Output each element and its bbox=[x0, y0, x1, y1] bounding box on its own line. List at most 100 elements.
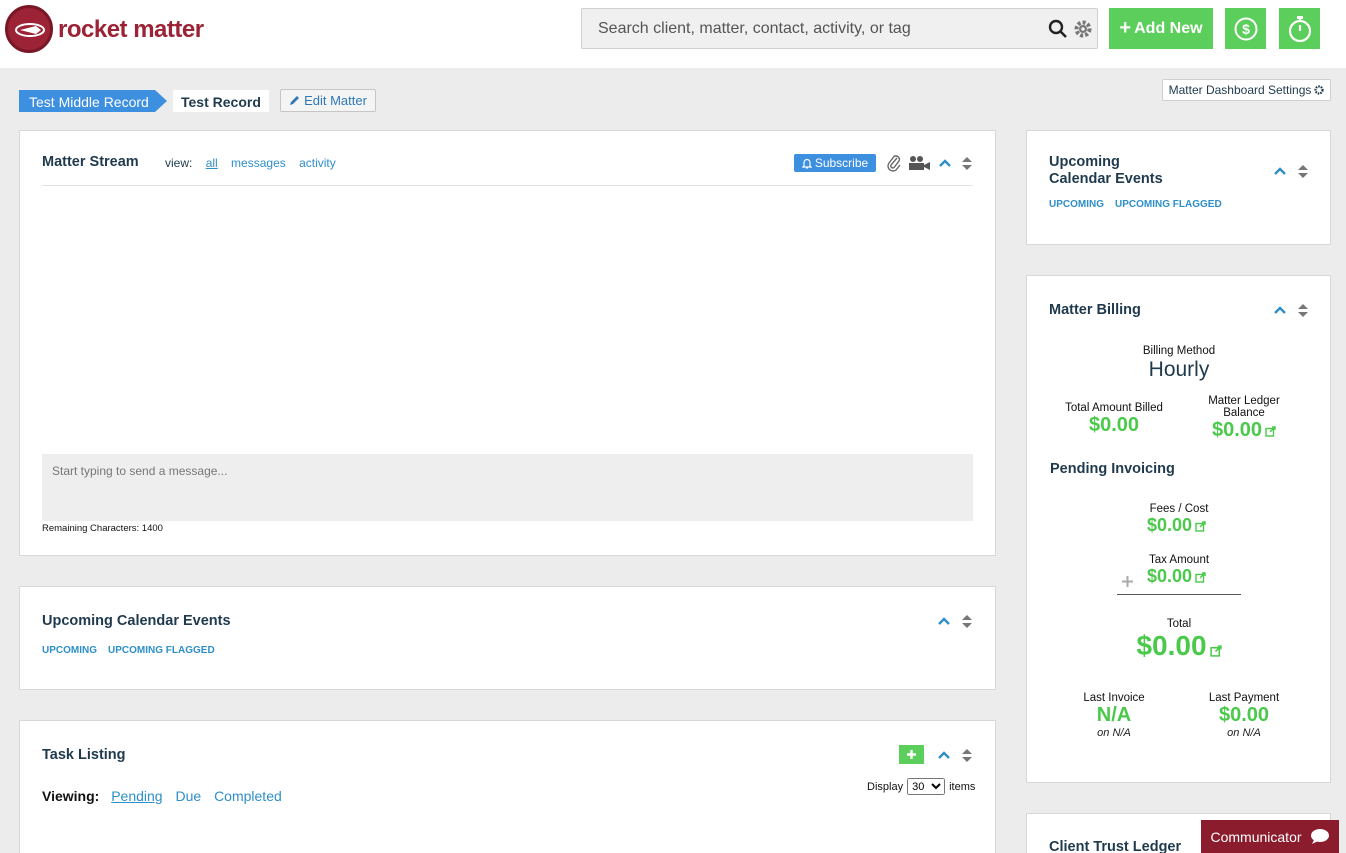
display-count-row: Display 30 items bbox=[867, 778, 975, 795]
filter-pending[interactable]: Pending bbox=[111, 788, 162, 804]
total-value: $0.00 bbox=[1136, 630, 1207, 661]
search-icon[interactable] bbox=[1048, 19, 1068, 44]
last-payment-value: $0.00 bbox=[1218, 704, 1270, 726]
fees-cost: Fees / Cost $0.00 bbox=[1109, 503, 1249, 536]
filter-completed[interactable]: Completed bbox=[214, 788, 282, 804]
last-payment-date: on N/A bbox=[1227, 727, 1261, 739]
add-new-label: Add New bbox=[1134, 19, 1203, 37]
fees-cost-label: Fees / Cost bbox=[1149, 503, 1209, 515]
collapse-icon[interactable] bbox=[1273, 305, 1287, 315]
billing-method-value: Hourly bbox=[1148, 358, 1210, 381]
side-calendar-title: Upcoming Calendar Events bbox=[1049, 154, 1163, 188]
stopwatch-icon bbox=[1288, 15, 1311, 42]
side-calendar-panel: Upcoming Calendar Events UPCOMING UPCOMI… bbox=[1026, 130, 1331, 245]
side-calendar-title-line1: Upcoming bbox=[1049, 154, 1120, 170]
sum-line bbox=[1117, 594, 1241, 595]
last-invoice-value: N/A bbox=[1096, 704, 1132, 726]
chat-bubble-icon bbox=[1310, 829, 1329, 844]
side-calendar-title-line2: Calendar Events bbox=[1049, 171, 1163, 187]
filter-due[interactable]: Due bbox=[175, 788, 201, 804]
external-link-icon[interactable] bbox=[1265, 426, 1276, 437]
view-messages-link[interactable]: messages bbox=[231, 156, 286, 170]
subscribe-label: Subscribe bbox=[814, 156, 869, 170]
sort-handle-icon[interactable] bbox=[961, 156, 973, 171]
total-billed-value: $0.00 bbox=[1088, 414, 1140, 436]
task-listing-panel: Task Listing Viewing: Pending Due Comple… bbox=[19, 720, 996, 853]
gear-icon[interactable] bbox=[1073, 19, 1093, 44]
upcoming-flagged-link[interactable]: UPCOMING FLAGGED bbox=[108, 645, 215, 656]
plus-icon: + bbox=[1119, 17, 1132, 39]
total-billed-label: Total Amount Billed bbox=[1065, 402, 1163, 414]
breadcrumb-current: Test Record bbox=[173, 90, 269, 112]
calendar-events-panel: Upcoming Calendar Events UPCOMING UPCOMI… bbox=[19, 586, 996, 690]
pending-invoicing-title: Pending Invoicing bbox=[1050, 461, 1175, 477]
display-label: Display bbox=[867, 780, 904, 793]
task-viewing-row: Viewing: Pending Due Completed bbox=[42, 788, 291, 804]
collapse-icon[interactable] bbox=[1273, 166, 1287, 176]
matter-stream-title: Matter Stream bbox=[42, 154, 139, 170]
billing-dollar-button[interactable]: $ bbox=[1225, 8, 1266, 49]
side-upcoming-link[interactable]: UPCOMING bbox=[1049, 199, 1104, 210]
bell-icon bbox=[801, 158, 812, 169]
stream-divider bbox=[42, 185, 973, 186]
billing-method-label: Billing Method bbox=[1142, 345, 1216, 357]
breadcrumb-parent[interactable]: Test Middle Record bbox=[19, 90, 167, 112]
sort-handle-icon[interactable] bbox=[961, 614, 973, 629]
message-input[interactable] bbox=[42, 454, 973, 521]
remaining-characters: Remaining Characters: 1400 bbox=[42, 523, 163, 534]
ledger-label-1: Matter Ledger bbox=[1208, 395, 1280, 407]
pencil-icon bbox=[290, 96, 300, 105]
dashboard-settings-label: Matter Dashboard Settings bbox=[1168, 83, 1312, 97]
plus-icon bbox=[1122, 576, 1133, 587]
top-bar: rocket matter +Add New $ bbox=[0, 0, 1346, 68]
collapse-icon[interactable] bbox=[937, 750, 951, 760]
subscribe-button[interactable]: Subscribe bbox=[794, 154, 876, 172]
collapse-icon[interactable] bbox=[938, 158, 952, 168]
last-invoice-label: Last Invoice bbox=[1083, 692, 1145, 704]
sort-handle-icon[interactable] bbox=[1297, 164, 1309, 179]
video-contacts-icon[interactable] bbox=[908, 155, 932, 171]
logo-text[interactable]: rocket matter bbox=[58, 16, 204, 44]
edit-matter-button[interactable]: Edit Matter bbox=[280, 89, 376, 112]
view-all-link[interactable]: all bbox=[206, 156, 218, 170]
external-link-icon[interactable] bbox=[1209, 645, 1222, 657]
last-invoice-date: on N/A bbox=[1097, 727, 1131, 739]
last-invoice: Last Invoice N/A on N/A bbox=[1059, 692, 1169, 739]
sort-handle-icon[interactable] bbox=[961, 748, 973, 763]
add-task-button[interactable] bbox=[899, 745, 924, 764]
calendar-events-title: Upcoming Calendar Events bbox=[42, 613, 231, 629]
sort-handle-icon[interactable] bbox=[1297, 303, 1309, 318]
view-activity-link[interactable]: activity bbox=[299, 156, 336, 170]
collapse-icon[interactable] bbox=[937, 616, 951, 626]
ledger-label-2: Balance bbox=[1223, 407, 1265, 419]
add-new-button[interactable]: + Add New bbox=[1109, 8, 1213, 49]
dollar-circle-icon: $ bbox=[1234, 17, 1257, 40]
edit-matter-label: Edit Matter bbox=[304, 93, 367, 108]
ledger-balance-value: $0.00 bbox=[1211, 419, 1263, 441]
external-link-icon[interactable] bbox=[1195, 572, 1206, 583]
communicator-button[interactable]: Communicator bbox=[1201, 820, 1339, 853]
last-payment: Last Payment $0.00 on N/A bbox=[1189, 692, 1299, 739]
communicator-label: Communicator bbox=[1210, 828, 1302, 845]
display-count-select[interactable]: 30 bbox=[907, 778, 946, 795]
total-label: Total bbox=[1166, 618, 1192, 630]
rocket-logo-icon[interactable] bbox=[5, 5, 53, 53]
fees-cost-value: $0.00 bbox=[1147, 515, 1193, 535]
paperclip-icon[interactable] bbox=[886, 154, 902, 172]
stream-view-nav: view: all messages activity bbox=[165, 156, 346, 170]
side-upcoming-flagged-link[interactable]: UPCOMING FLAGGED bbox=[1115, 199, 1222, 210]
dashboard-settings-button[interactable]: Matter Dashboard Settings bbox=[1162, 79, 1331, 101]
search-input[interactable] bbox=[582, 9, 1042, 48]
matter-billing-panel: Matter Billing Billing Method Hourly Tot… bbox=[1026, 275, 1331, 783]
svg-text:$: $ bbox=[1242, 21, 1250, 37]
timer-button[interactable] bbox=[1279, 8, 1320, 49]
upcoming-link[interactable]: UPCOMING bbox=[42, 645, 97, 656]
breadcrumb-parent-label: Test Middle Record bbox=[29, 94, 149, 110]
external-link-icon[interactable] bbox=[1195, 521, 1206, 532]
items-label: items bbox=[949, 780, 976, 793]
search-box bbox=[581, 8, 1098, 49]
pending-total: Total $0.00 bbox=[1109, 618, 1249, 662]
last-payment-label: Last Payment bbox=[1208, 692, 1280, 704]
tax-amount-label: Tax Amount bbox=[1148, 554, 1210, 566]
billing-method: Billing Method Hourly bbox=[1079, 345, 1279, 382]
